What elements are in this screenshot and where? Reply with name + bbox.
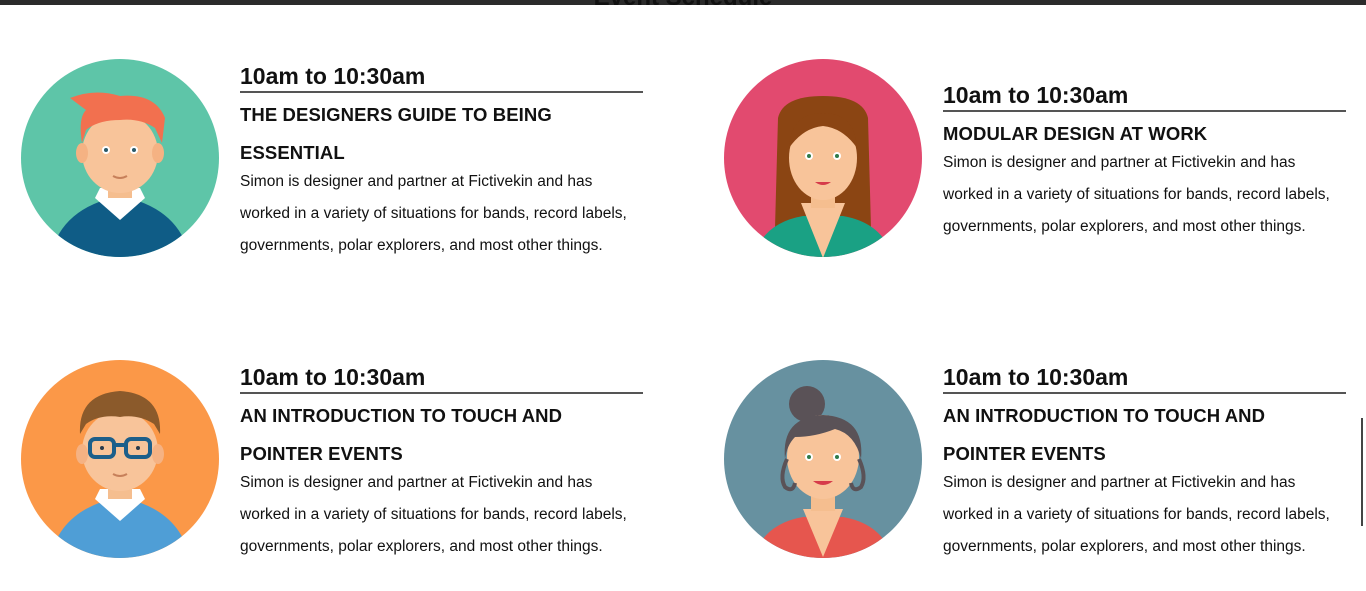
- event-description: Simon is designer and partner at Fictive…: [240, 166, 643, 262]
- woman-brown-hair-avatar-icon: [724, 59, 922, 257]
- event-description-line: Simon is designer and partner at Fictive…: [943, 474, 1296, 491]
- event-description-line: worked in a variety of situations for ba…: [240, 506, 627, 523]
- event-description: Simon is designer and partner at Fictive…: [943, 467, 1346, 563]
- event-card-3: 10am to 10:30am AN INTRODUCTION TO TOUCH…: [240, 361, 643, 563]
- event-description-line: worked in a variety of situations for ba…: [943, 506, 1330, 523]
- event-card-2: 10am to 10:30am MODULAR DESIGN AT WORK S…: [943, 79, 1346, 243]
- event-card-4: 10am to 10:30am AN INTRODUCTION TO TOUCH…: [943, 361, 1346, 563]
- event-title-line: THE DESIGNERS GUIDE TO BEING: [240, 104, 552, 125]
- event-time: 10am to 10:30am: [240, 60, 643, 93]
- event-description-line: governments, polar explorers, and most o…: [240, 237, 603, 254]
- event-title: AN INTRODUCTION TO TOUCH AND POINTER EVE…: [943, 397, 1346, 473]
- event-description: Simon is designer and partner at Fictive…: [240, 467, 643, 563]
- event-description-line: Simon is designer and partner at Fictive…: [943, 154, 1296, 171]
- woman-bun-hair-avatar-icon: [724, 360, 922, 558]
- event-card-1: 10am to 10:30am THE DESIGNERS GUIDE TO B…: [240, 60, 643, 262]
- event-title: AN INTRODUCTION TO TOUCH AND POINTER EVE…: [240, 397, 643, 473]
- event-description-line: Simon is designer and partner at Fictive…: [240, 173, 593, 190]
- man-red-hair-avatar: [20, 58, 220, 258]
- event-time: 10am to 10:30am: [943, 361, 1346, 394]
- scrollbar-thumb[interactable]: [1361, 418, 1363, 526]
- event-description-line: governments, polar explorers, and most o…: [943, 218, 1306, 235]
- event-title: THE DESIGNERS GUIDE TO BEING ESSENTIAL: [240, 96, 643, 172]
- event-title-line: AN INTRODUCTION TO TOUCH AND: [943, 405, 1266, 426]
- woman-brown-hair-avatar: [723, 58, 923, 258]
- event-time: 10am to 10:30am: [943, 79, 1346, 112]
- event-time: 10am to 10:30am: [240, 361, 643, 394]
- man-glasses-avatar-icon: [21, 360, 219, 558]
- man-glasses-avatar: [20, 359, 220, 559]
- section-title: Event Schedule: [0, 0, 1366, 12]
- event-description-line: worked in a variety of situations for ba…: [240, 205, 627, 222]
- event-description-line: Simon is designer and partner at Fictive…: [240, 474, 593, 491]
- man-red-hair-avatar-icon: [21, 59, 219, 257]
- event-description-line: worked in a variety of situations for ba…: [943, 186, 1330, 203]
- event-description: Simon is designer and partner at Fictive…: [943, 147, 1346, 243]
- event-title-line: AN INTRODUCTION TO TOUCH AND: [240, 405, 563, 426]
- event-description-line: governments, polar explorers, and most o…: [240, 538, 603, 555]
- event-description-line: governments, polar explorers, and most o…: [943, 538, 1306, 555]
- woman-bun-hair-avatar: [723, 359, 923, 559]
